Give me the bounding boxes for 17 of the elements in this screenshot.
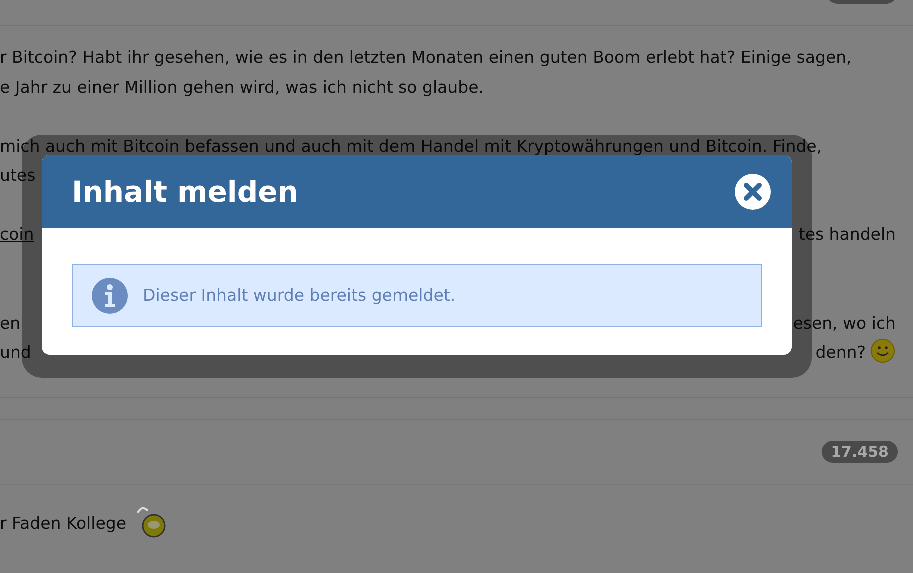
post-text: tes handeln [798,225,896,244]
post-text: esen, wo ich [793,314,896,332]
post-text: r Bitcoin? Habt ihr gesehen, wie es in den letzten Monaten einen guten Boom erlebt hat? Einige sagen, [0,48,852,67]
post-text: und [0,343,32,362]
dialog-title: Inhalt melden [72,174,298,208]
info-icon [92,278,128,314]
smiley-icon [870,338,896,364]
post-text: en [0,314,21,332]
post-text: mich auch mit Bitcoin befassen und auch mit dem Handel mit Kryptowährungen und Bitcoin. Finde, [0,136,822,156]
post-text: denn? [816,343,866,362]
close-icon[interactable] [734,172,772,210]
info-message: Dieser Inhalt wurde bereits gemeldet. [143,286,456,305]
post-text: r Faden Kollege [0,514,126,533]
post-link[interactable]: coin [0,225,34,244]
post-text: e Jahr zu einer Million gehen wird, was ich nicht so glaube. [0,78,484,96]
post-text: utes [0,166,36,185]
count-badge: 17.458 [822,441,898,463]
